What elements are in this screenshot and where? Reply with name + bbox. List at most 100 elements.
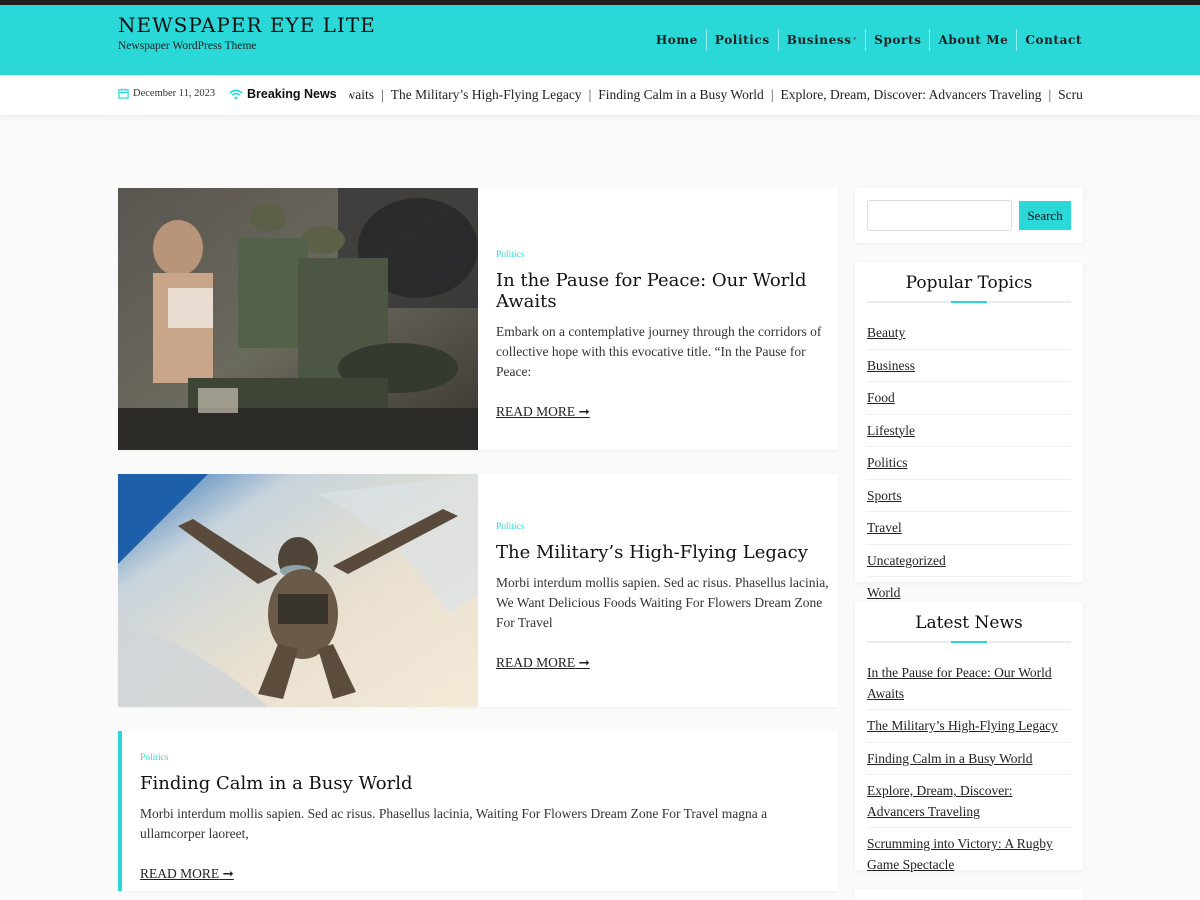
- latest-news-link[interactable]: Finding Calm in a Busy World: [867, 751, 1033, 766]
- search-widget: Search: [855, 188, 1083, 243]
- nav-politics[interactable]: Politics: [707, 29, 779, 51]
- post-card: Politics The Military’s High-Flying Lega…: [118, 474, 838, 707]
- post-category[interactable]: Politics: [140, 753, 830, 763]
- post-content: Politics In the Pause for Peace: Our Wor…: [496, 250, 832, 420]
- latest-news-link[interactable]: Scrumming into Victory: A Rugby Game Spe…: [867, 836, 1053, 872]
- nav-contact-label: Contact: [1025, 33, 1082, 47]
- list-item: Travel: [867, 512, 1071, 545]
- nav-business[interactable]: Business˅: [779, 29, 867, 51]
- topic-link[interactable]: Lifestyle: [867, 423, 915, 438]
- latest-news-link[interactable]: In the Pause for Peace: Our World Awaits: [867, 665, 1052, 701]
- topic-link[interactable]: Politics: [867, 455, 908, 470]
- post-card: Politics Finding Calm in a Busy World Mo…: [118, 731, 838, 891]
- wifi-icon: [229, 89, 243, 99]
- skydiver-photo: [118, 474, 478, 707]
- read-more-link[interactable]: READ MORE ➞: [496, 655, 590, 671]
- read-more-label: READ MORE: [140, 866, 220, 881]
- nav-home-label: Home: [655, 33, 698, 47]
- topic-link[interactable]: World: [867, 585, 900, 600]
- latest-news-widget: Latest News In the Pause for Peace: Our …: [855, 602, 1083, 872]
- main-nav: Home Politics Business˅ Sports About Me …: [648, 29, 1082, 51]
- post-excerpt: Morbi interdum mollis sapien. Sed ac ris…: [496, 575, 829, 630]
- news-ticker: Awaits | The Military’s High-Flying Legacy…: [349, 87, 1083, 103]
- ticker-item[interactable]: Scrummin: [1058, 87, 1083, 102]
- widget-title: Latest News: [915, 613, 1023, 633]
- latest-news-link[interactable]: The Military’s High-Flying Legacy: [867, 718, 1058, 733]
- topic-link[interactable]: Sports: [867, 488, 902, 503]
- topic-link[interactable]: Uncategorized: [867, 553, 946, 568]
- list-item: Uncategorized: [867, 545, 1071, 577]
- ticker-item[interactable]: Explore, Dream, Discover: Advancers Trav…: [781, 87, 1042, 102]
- topic-link[interactable]: Travel: [867, 520, 902, 535]
- list-item: Lifestyle: [867, 415, 1071, 447]
- list-item: Explore, Dream, Discover: Advancers Trav…: [867, 775, 1071, 828]
- post-excerpt: Embark on a contemplative journey throug…: [496, 324, 822, 379]
- topic-link[interactable]: Beauty: [867, 325, 905, 340]
- arrow-right-icon: ➞: [578, 655, 590, 670]
- site-branding: NEWSPAPER EYE LITE Newspaper WordPress T…: [118, 13, 376, 52]
- calendar-icon: [118, 88, 129, 99]
- latest-news-link[interactable]: Explore, Dream, Discover: Advancers Trav…: [867, 783, 1012, 819]
- arrow-right-icon: ➞: [578, 404, 590, 419]
- date-text: December 11, 2023: [133, 88, 216, 99]
- list-item: Finding Calm in a Busy World: [867, 743, 1071, 775]
- title-underline: [867, 301, 1071, 303]
- post-image[interactable]: [118, 474, 478, 707]
- breaking-news-text: Breaking News: [247, 87, 337, 101]
- post-category[interactable]: Politics: [496, 250, 832, 260]
- ticker-separator: |: [588, 87, 592, 102]
- post-content: Politics The Military’s High-Flying Lega…: [496, 522, 832, 671]
- widget-title: Popular Topics: [905, 273, 1033, 293]
- read-more-link[interactable]: READ MORE ➞: [496, 404, 590, 420]
- nav-home[interactable]: Home: [648, 29, 707, 51]
- topics-list: Beauty Business Food Lifestyle Politics …: [867, 317, 1071, 609]
- nav-contact[interactable]: Contact: [1017, 29, 1082, 51]
- sidebar-widget: [855, 889, 1083, 900]
- read-more-label: READ MORE: [496, 655, 576, 670]
- list-item: Sports: [867, 480, 1071, 512]
- list-item: Beauty: [867, 317, 1071, 350]
- popular-topics-widget: Popular Topics Beauty Business Food Life…: [855, 262, 1083, 600]
- post-card: Politics In the Pause for Peace: Our Wor…: [118, 188, 838, 450]
- nav-about[interactable]: About Me: [930, 29, 1018, 51]
- ticker-separator: |: [770, 87, 774, 102]
- read-more-label: READ MORE: [496, 404, 576, 419]
- topic-link[interactable]: Business: [867, 358, 915, 373]
- topic-link[interactable]: Food: [867, 390, 895, 405]
- title-underline: [867, 641, 1071, 643]
- current-date: December 11, 2023: [118, 88, 215, 99]
- list-item: Scrumming into Victory: A Rugby Game Spe…: [867, 828, 1071, 880]
- search-input[interactable]: [867, 200, 1012, 231]
- nav-sports[interactable]: Sports: [866, 29, 931, 51]
- list-item: Business: [867, 350, 1071, 382]
- ticker-separator: |: [381, 87, 384, 102]
- post-image[interactable]: [118, 188, 478, 450]
- list-item: Food: [867, 382, 1071, 415]
- list-item: In the Pause for Peace: Our World Awaits: [867, 657, 1071, 710]
- site-title[interactable]: NEWSPAPER EYE LITE: [118, 13, 376, 37]
- nav-about-label: About Me: [938, 33, 1009, 47]
- breaking-news-label: Breaking News: [229, 87, 337, 101]
- site-tagline: Newspaper WordPress Theme: [118, 40, 257, 52]
- ticker-item[interactable]: Awaits: [349, 87, 374, 102]
- breaking-news-bar: December 11, 2023 Breaking News Awaits | T…: [0, 75, 1200, 115]
- post-content: Politics Finding Calm in a Busy World Mo…: [140, 753, 830, 882]
- post-category[interactable]: Politics: [496, 522, 832, 532]
- read-more-link[interactable]: READ MORE ➞: [140, 866, 234, 882]
- nav-politics-label: Politics: [714, 33, 770, 47]
- list-item: Politics: [867, 447, 1071, 480]
- nav-sports-label: Sports: [874, 33, 922, 47]
- latest-news-list: In the Pause for Peace: Our World Awaits…: [867, 657, 1071, 880]
- arrow-right-icon: ➞: [222, 866, 234, 881]
- post-title[interactable]: Finding Calm in a Busy World: [140, 773, 830, 794]
- post-title[interactable]: In the Pause for Peace: Our World Awaits: [496, 270, 832, 312]
- site-header: NEWSPAPER EYE LITE Newspaper WordPress T…: [0, 5, 1200, 75]
- ticker-item[interactable]: The Military’s High-Flying Legacy: [391, 87, 582, 102]
- nav-business-label: Business: [786, 33, 852, 47]
- post-excerpt: Morbi interdum mollis sapien. Sed ac ris…: [140, 806, 768, 841]
- post-title[interactable]: The Military’s High-Flying Legacy: [496, 542, 832, 563]
- ticker-item[interactable]: Finding Calm in a Busy World: [598, 87, 764, 102]
- ticker-separator: |: [1048, 87, 1052, 102]
- soldiers-photo: [118, 188, 478, 450]
- search-button[interactable]: Search: [1019, 201, 1071, 230]
